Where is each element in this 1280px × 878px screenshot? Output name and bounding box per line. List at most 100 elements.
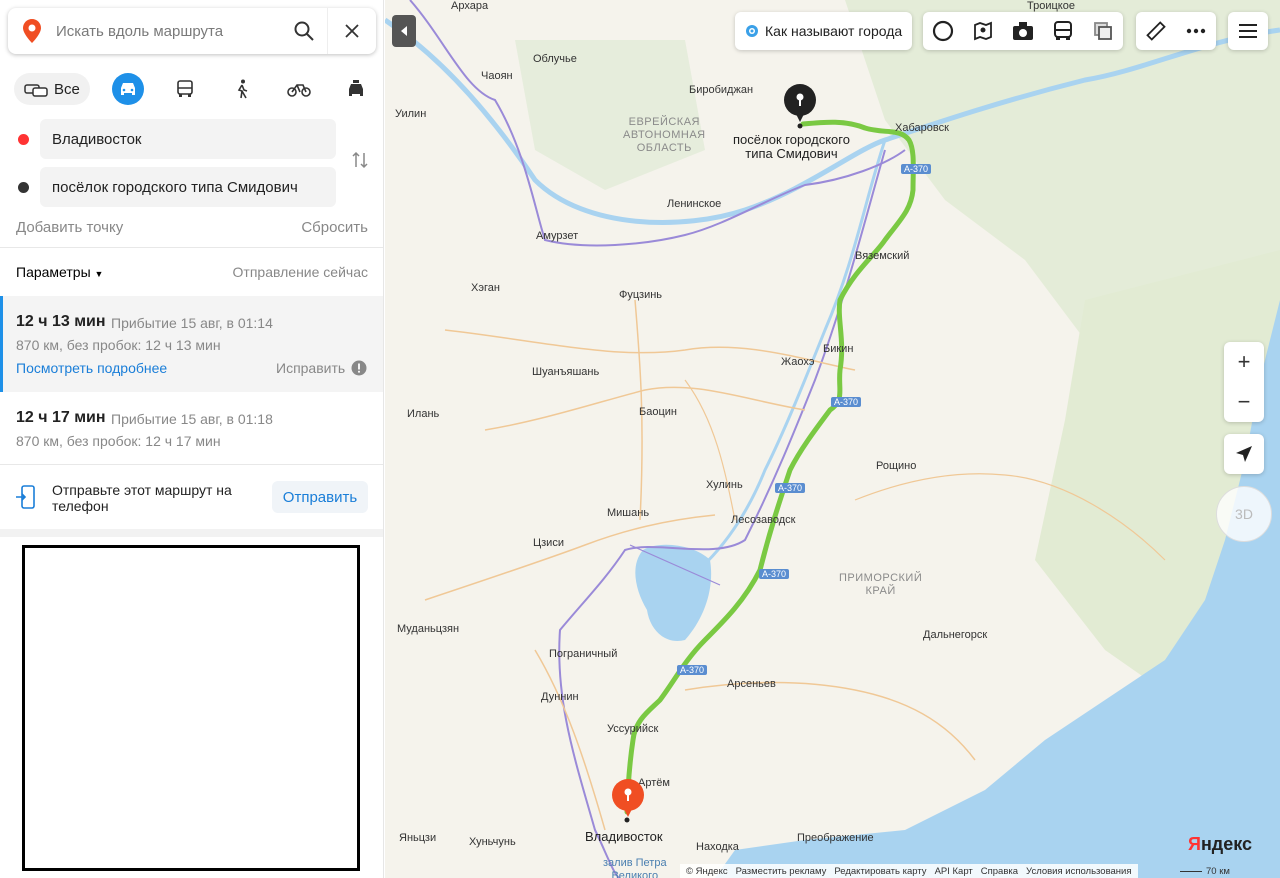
sea-label-line: залив Петра	[603, 857, 667, 869]
ruler-icon	[1146, 21, 1166, 41]
bus-icon	[177, 80, 193, 97]
city-label: Мишань	[607, 507, 650, 519]
report-error-button[interactable]: Исправить	[276, 360, 367, 376]
city-label: Уилин	[395, 108, 427, 120]
region-label-line: АВТОНОМНАЯ	[623, 129, 706, 141]
compass-3d-button[interactable]: 3D	[1216, 486, 1272, 542]
send-button[interactable]: Отправить	[272, 481, 368, 513]
city-label: Жаохэ	[781, 356, 815, 368]
photos-button[interactable]	[1003, 12, 1043, 50]
transit-layer-button[interactable]	[1043, 12, 1083, 50]
phone-icon	[16, 485, 38, 514]
route-details-link[interactable]: Посмотреть подробнее	[16, 360, 167, 376]
route-duration: 12 ч 13 мин	[16, 313, 106, 330]
footer-link[interactable]: API Карт	[935, 866, 973, 877]
city-label: Цзиси	[533, 537, 564, 549]
footer-link[interactable]: Редактировать карту	[834, 866, 926, 877]
departure-time-link[interactable]: Отправление сейчас	[233, 264, 368, 280]
city-names-button[interactable]: Как называют города	[735, 12, 913, 50]
region-label-line: ОБЛАСТЬ	[636, 142, 692, 154]
destination-label-line: типа Смидович	[745, 146, 838, 161]
yandex-logo-rest: ндекс	[1200, 834, 1253, 854]
zoom-out-button[interactable]: −	[1224, 382, 1264, 422]
reset-link[interactable]: Сбросить	[301, 219, 368, 236]
mode-all-button[interactable]: Все	[14, 73, 90, 105]
city-label: Шуанъяшань	[532, 366, 600, 378]
scale-label: 70 км	[1206, 865, 1230, 877]
city-label: Илань	[407, 408, 440, 420]
bicycle-icon	[287, 84, 311, 97]
route-arrival: Прибытие 15 авг, в 01:18	[111, 411, 273, 427]
route-to-field[interactable]: посёлок городского типа Смидович	[40, 167, 336, 207]
city-label: Уссурийск	[607, 723, 659, 735]
layers-icon	[1094, 22, 1112, 40]
city-label: Пограничный	[549, 648, 618, 660]
city-label: Лесозаводск	[731, 514, 796, 526]
route-from-field[interactable]: Владивосток	[40, 119, 336, 159]
city-label: Хуньчунь	[469, 836, 516, 848]
footer-link[interactable]: Справка	[981, 866, 1018, 877]
city-label: Яньцзи	[399, 832, 437, 844]
chevron-down-icon: ▼	[94, 269, 104, 279]
mode-taxi-button[interactable]	[340, 73, 372, 105]
highway-badge: А-370	[677, 665, 708, 675]
menu-button[interactable]	[1228, 12, 1268, 50]
scale-bar	[1180, 870, 1202, 872]
panorama-button[interactable]	[963, 12, 1003, 50]
layers-toolbar	[923, 12, 1123, 50]
city-label: Амурзет	[536, 230, 579, 242]
ruler-button[interactable]	[1136, 12, 1176, 50]
traffic-button[interactable]	[923, 12, 963, 50]
mode-bike-button[interactable]	[283, 73, 315, 105]
section-separator	[0, 529, 383, 537]
highway-badge: А-370	[901, 164, 932, 174]
region-label-line: ПРИМОРСКИЙ	[839, 572, 923, 584]
city-label: Дальнегорск	[923, 629, 988, 641]
hamburger-icon	[1239, 24, 1257, 38]
map-pin-icon	[8, 8, 56, 54]
footer-link[interactable]: Условия использования	[1026, 866, 1131, 877]
more-button[interactable]	[1176, 12, 1216, 50]
city-label: Муданьцзян	[397, 623, 460, 635]
swap-points-icon[interactable]	[348, 148, 372, 172]
camera-icon	[1013, 22, 1033, 40]
tools-toolbar	[1136, 12, 1216, 50]
map-layers-button[interactable]	[1083, 12, 1123, 50]
route-details: 870 км, без пробок: 12 ч 13 мин	[16, 337, 221, 353]
region-label-line: КРАЙ	[865, 585, 896, 597]
close-icon[interactable]	[328, 8, 376, 54]
car-icon	[120, 83, 135, 95]
map-view[interactable]: Архара Облучье Чаоян Биробиджан Уилин ЕВ…	[385, 0, 1280, 878]
collapse-panel-button[interactable]	[392, 15, 416, 47]
footer-link[interactable]: Разместить рекламу	[736, 866, 827, 877]
add-point-link[interactable]: Добавить точку	[16, 219, 123, 236]
city-label: Преображение	[797, 832, 874, 844]
highway-badge: А-370	[759, 569, 790, 579]
city-label: Дуннин	[541, 691, 579, 703]
route-option-1[interactable]: 12 ч 13 мин Прибытие 15 авг, в 01:14 870…	[0, 296, 383, 392]
city-label: Облучье	[533, 53, 577, 65]
panorama-icon	[974, 21, 992, 41]
params-dropdown[interactable]: Параметры ▼	[16, 264, 103, 280]
destination-label-line: посёлок городского	[733, 132, 850, 147]
mode-transit-button[interactable]	[169, 73, 201, 105]
search-input[interactable]: Искать вдоль маршрута	[56, 23, 280, 40]
city-label-vladivostok: Владивосток	[585, 829, 663, 844]
city-label: Арсеньев	[727, 678, 776, 690]
geolocation-button[interactable]	[1224, 434, 1264, 474]
city-label: Чаоян	[481, 70, 513, 82]
city-label: Вяземский	[855, 250, 910, 262]
search-icon[interactable]	[280, 8, 328, 54]
city-label: Биробиджан	[689, 84, 754, 96]
zoom-in-button[interactable]: +	[1224, 342, 1264, 382]
mode-walk-button[interactable]	[226, 73, 258, 105]
city-label: Находка	[696, 841, 739, 853]
mode-car-button[interactable]	[111, 73, 144, 105]
menu-toolbar	[1228, 12, 1268, 50]
warning-icon	[351, 360, 367, 376]
bus-icon	[1054, 21, 1072, 40]
city-label: Троицкое	[1027, 0, 1075, 12]
divider	[0, 247, 383, 248]
sea-label: залив Петра Великого	[603, 857, 667, 878]
route-option-2[interactable]: 12 ч 17 мин Прибытие 15 авг, в 01:18 870…	[0, 393, 383, 463]
